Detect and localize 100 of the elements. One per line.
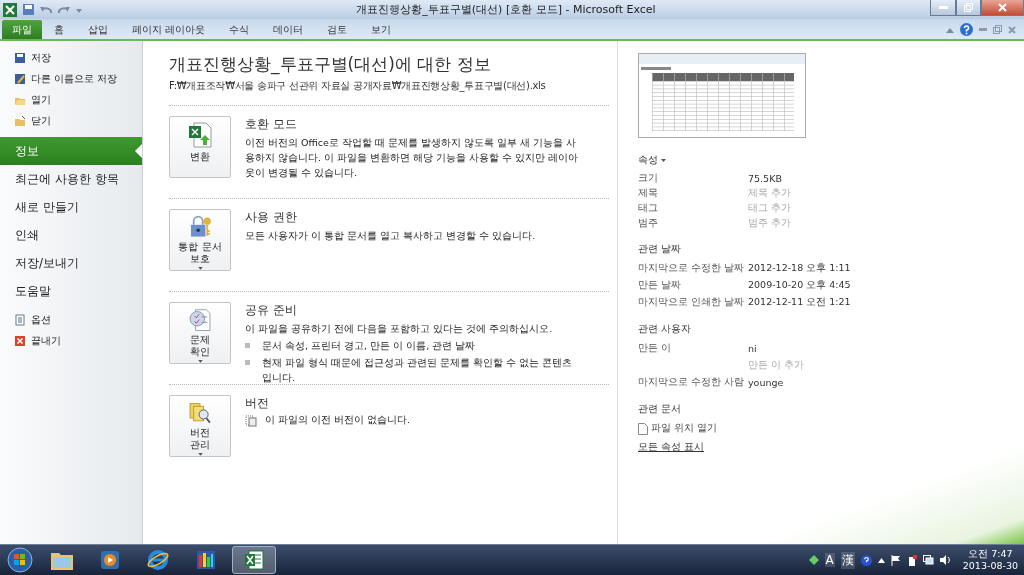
window-title: 개표진행상황_투표구별(대선) [호환 모드] - Microsoft Excel <box>355 2 657 17</box>
property-label: 태그 <box>638 202 659 215</box>
document-icon <box>14 313 26 326</box>
spreadsheet-convert-icon <box>186 121 214 149</box>
save-icon[interactable] <box>23 4 34 15</box>
ribbon-tab[interactable]: 수식 <box>217 20 262 39</box>
file-path: F:₩개표조작₩서울 송파구 선관위 자료실 공개자료₩개표진행상황_투표구별(대선).xls <box>169 79 547 93</box>
menu-item-label: 닫기 <box>31 113 51 128</box>
menu-item[interactable]: 열기 <box>0 89 142 110</box>
caret-icon <box>197 453 203 456</box>
section-button[interactable]: 문제 확인 <box>169 302 231 364</box>
section-note: 이 파일의 이전 버전이 없습니다. <box>265 414 411 427</box>
property-label: 만든 이 <box>638 342 673 355</box>
property-value: 2009-10-20 오후 4:45 <box>748 279 851 292</box>
minimize-icon <box>938 6 948 9</box>
redo-icon[interactable] <box>58 4 70 15</box>
property-label: 마지막으로 수정한 날짜 <box>638 262 746 275</box>
clock-date: 2013-08-30 <box>962 560 1018 572</box>
property-label: 제목 <box>638 187 659 200</box>
section-button[interactable]: 버전 관리 <box>169 395 231 457</box>
restore-button[interactable] <box>956 0 981 16</box>
menu-item[interactable]: 옵션 <box>0 309 142 330</box>
bar-chart-icon <box>195 549 217 571</box>
menu-tab[interactable]: 저장/보내기 <box>0 249 142 277</box>
bullet-icon <box>245 343 250 348</box>
ribbon-tab[interactable]: 삽입 <box>76 20 120 39</box>
save-as-icon <box>14 72 26 85</box>
clock[interactable]: 오전 7:47 2013-08-30 <box>962 548 1018 572</box>
menu-item-label: 다른 이름으로 저장 <box>31 71 118 86</box>
close-icon <box>14 334 26 347</box>
close-icon <box>998 3 1007 12</box>
property-value: 2012-12-18 오후 1:11 <box>748 262 851 275</box>
customize-caret-icon[interactable] <box>76 6 82 13</box>
property-label: 만든 날짜 <box>638 279 683 292</box>
clock-time: 오전 7:47 <box>968 548 1013 560</box>
caret-icon <box>197 267 203 270</box>
section-title: 버전 <box>245 395 270 412</box>
menu-tab[interactable]: 도움말 <box>0 277 142 305</box>
collapse-ribbon-icon[interactable] <box>946 26 954 33</box>
menu-item-label: 저장 <box>31 50 51 65</box>
ribbon-tab[interactable]: 데이터 <box>261 20 316 39</box>
menu-item[interactable]: 저장 <box>0 47 142 68</box>
show-all-properties-link[interactable]: 모든 속성 표시 <box>638 441 1024 454</box>
language-bar-icon[interactable] <box>808 555 819 565</box>
checklist-icon <box>186 307 214 333</box>
caret-icon <box>197 360 203 363</box>
spreadsheet-app-icon <box>243 549 265 571</box>
open-location-link[interactable]: 파일 위치 열기 <box>638 422 1024 435</box>
browser-icon <box>146 548 170 572</box>
ribbon-tab[interactable]: 파일 <box>2 20 42 39</box>
section-button[interactable]: 변환 <box>169 116 231 178</box>
ribbon-tab[interactable]: 보기 <box>359 20 404 39</box>
close-button[interactable] <box>981 0 1024 16</box>
bullet-text: 현재 파일 형식 때문에 접근성과 관련된 문제를 확인할 수 없는 콘텐츠입니다. <box>262 356 574 385</box>
group-title[interactable]: 속성 <box>638 154 658 167</box>
section-description: 이전 버전의 Office로 작업할 때 문제를 발생하지 않도록 일부 새 기능을 사용하지 않습니다. 이 파일을 변환하면 해당 기능을 사용할 수 있지만 레이아웃이 변경될 수 있습니다. <box>245 136 580 180</box>
property-label: 마지막으로 수정한 사람 <box>638 376 746 389</box>
property-value: younge <box>748 377 784 388</box>
minimize-button[interactable] <box>930 0 956 16</box>
property-value: 75.5KB <box>748 173 782 184</box>
menu-tab[interactable]: 인쇄 <box>0 221 142 249</box>
property-label: 크기 <box>638 172 659 185</box>
caret-icon <box>661 159 666 162</box>
bullet-icon <box>245 360 250 365</box>
versions-icon <box>245 414 257 427</box>
ime-mode-indicator[interactable]: A <box>824 553 835 567</box>
document-icon <box>638 422 648 435</box>
help-icon[interactable] <box>860 554 872 566</box>
menu-item[interactable]: 다른 이름으로 저장 <box>0 68 142 89</box>
menu-item[interactable]: 닫기 <box>0 110 142 131</box>
spreadsheet-app-icon <box>3 2 17 17</box>
speaker-icon[interactable] <box>939 555 951 565</box>
group-title: 관련 날짜 <box>638 243 682 256</box>
menu-item[interactable]: 끝내기 <box>0 330 142 351</box>
save-icon <box>14 51 26 64</box>
taskbar-app[interactable] <box>232 546 276 574</box>
menu-tab[interactable]: 최근에 사용한 항목 <box>0 165 142 193</box>
menu-tab[interactable]: 새로 만들기 <box>0 193 142 221</box>
flag-icon[interactable] <box>890 554 901 566</box>
group-title: 관련 사용자 <box>638 323 692 336</box>
folder-icon <box>14 114 26 127</box>
section-description: 이 파일을 공유하기 전에 다음을 포함하고 있다는 것에 주의하십시오. <box>245 322 554 336</box>
menu-tab[interactable]: 정보 <box>0 137 142 165</box>
show-hidden-icons-icon[interactable] <box>877 557 885 563</box>
ribbon-tab[interactable]: 홈 <box>42 20 76 39</box>
section-button[interactable]: 통합 문서 보호 <box>169 209 231 271</box>
section-title: 사용 권한 <box>245 209 298 226</box>
menu-item-label: 열기 <box>31 92 51 107</box>
section-title: 공유 준비 <box>245 302 298 319</box>
property-value: ni <box>748 343 757 354</box>
menu-item-label: 끝내기 <box>31 333 61 348</box>
help-icon[interactable] <box>960 23 973 36</box>
section-title: 호환 모드 <box>245 116 298 133</box>
start-button[interactable] <box>4 546 36 574</box>
ime-mode-indicator[interactable]: 漢 <box>840 551 855 569</box>
property-label: 마지막으로 인쇄한 날짜 <box>638 296 746 309</box>
ribbon-tab[interactable]: 페이지 레이아웃 <box>120 20 218 39</box>
ribbon-tab[interactable]: 검토 <box>315 20 360 39</box>
undo-icon[interactable] <box>40 4 52 15</box>
restore-icon <box>964 3 973 12</box>
